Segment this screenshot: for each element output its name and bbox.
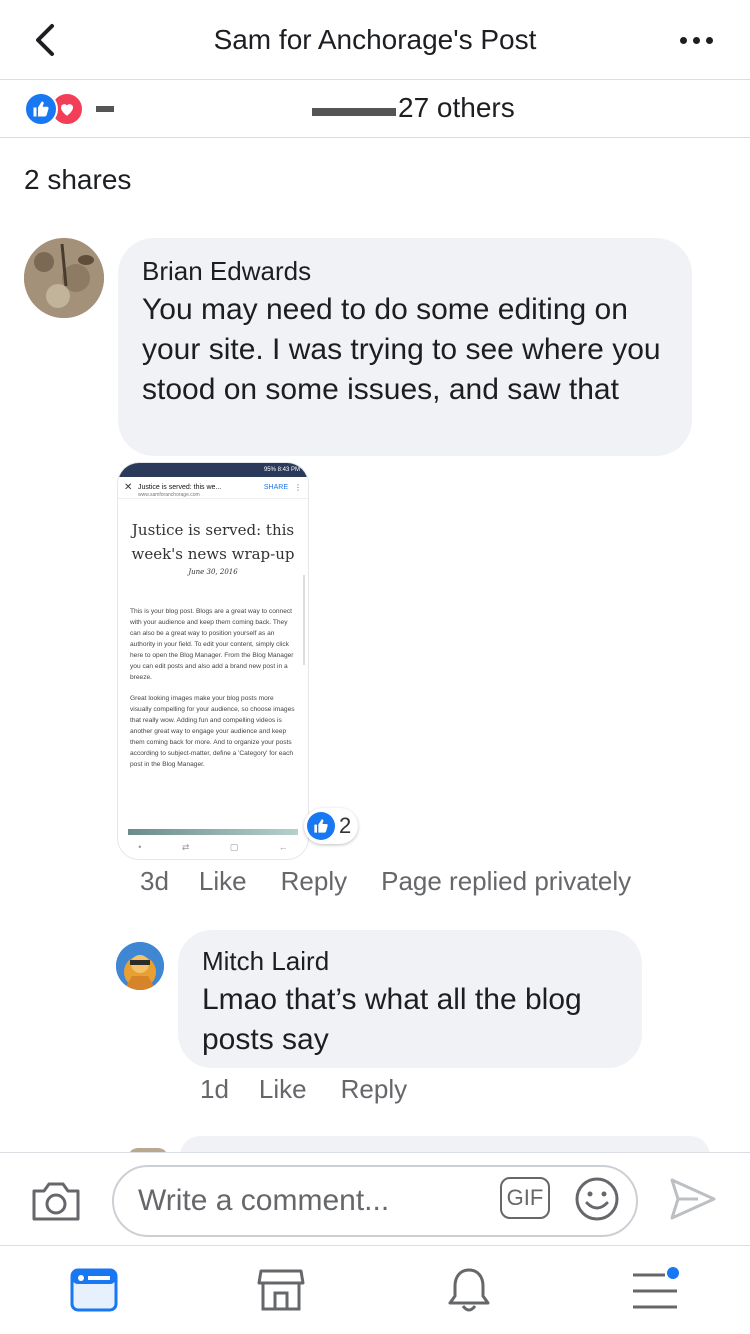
comment-author[interactable]: Mitch Laird [202, 946, 618, 976]
attachment-paragraph: Great looking images make your blog post… [130, 695, 295, 768]
comment-bubble[interactable]: Mitch Laird Lmao that’s what all the blo… [178, 930, 642, 1068]
comment-text: You may need to do some editing on your … [142, 293, 661, 406]
more-dots-icon [680, 36, 687, 44]
comment-actions: 3d Like Reply Page replied privately [140, 866, 631, 897]
recent-apps-icon: ⇄ [181, 841, 190, 852]
comment-author[interactable]: Brian Edwards [142, 256, 668, 286]
camera-button[interactable] [30, 1179, 82, 1223]
avatar[interactable] [24, 238, 104, 318]
like-button[interactable]: Like [199, 866, 247, 897]
comment-bubble[interactable]: Brian Edwards You may need to do some ed… [118, 238, 692, 456]
news-feed-icon [70, 1268, 118, 1312]
comment-input-placeholder: Write a comment... [138, 1184, 390, 1217]
shares-count[interactable]: 2 shares [24, 164, 131, 196]
attachment-status-bar: 95% 8:43 PM [118, 463, 308, 477]
reaction-count: 2 [339, 813, 352, 838]
bottom-tab-bar [0, 1246, 750, 1334]
send-button[interactable] [668, 1176, 718, 1222]
notifications-bell-icon [448, 1268, 490, 1312]
home-icon: ▢ [229, 841, 239, 852]
camera-icon [32, 1182, 80, 1221]
comment-time: 3d [140, 866, 169, 896]
attachment-date: June 30, 2016 [188, 568, 238, 576]
comment-reaction-badge[interactable]: 2 [304, 808, 358, 844]
comment-text: Lmao that’s what all the blog posts say [202, 983, 582, 1056]
attachment-paragraph: This is your blog post. Blogs are a grea… [130, 608, 294, 681]
reply-button[interactable]: Reply [281, 866, 347, 897]
back-button[interactable] [28, 22, 64, 58]
attachment-share-label: SHARE [263, 484, 288, 491]
attachment-bar-title: Justice is served: this we... [138, 484, 222, 491]
dot-icon: • [138, 842, 142, 852]
comment-attachment-image[interactable]: 95% 8:43 PM ✕ Justice is served: this we… [117, 462, 309, 860]
more-options-button[interactable] [680, 30, 720, 50]
avatar[interactable] [116, 942, 164, 990]
comment-composer: Write a comment... [0, 1152, 750, 1246]
back-arrow-icon: ← [278, 842, 288, 852]
attachment-nav-bar: • ⇄ ▢ ← [118, 835, 308, 859]
like-reaction-icon [24, 91, 58, 126]
redacted-names [96, 98, 396, 120]
smiley-icon [575, 1177, 619, 1221]
comment-time: 1d [200, 1074, 229, 1104]
page-title: Sam for Anchorage's Post [213, 23, 537, 55]
marketplace-icon [257, 1269, 305, 1311]
reply-button[interactable]: Reply [341, 1074, 407, 1105]
tab-news-feed[interactable] [64, 1260, 124, 1320]
attachment-url: www.samforanchorage.com [138, 492, 200, 498]
menu-icon [633, 1267, 680, 1309]
chevron-left-icon [36, 24, 54, 56]
avatar-photo [24, 238, 104, 318]
avatar-photo [116, 942, 164, 990]
attachment-scrollbar [303, 575, 305, 665]
tab-menu[interactable] [626, 1260, 686, 1320]
comment-actions: 1d Like Reply [200, 1074, 441, 1105]
send-icon [670, 1178, 716, 1220]
close-icon: ✕ [124, 482, 133, 493]
attachment-heading: Justice is served: this week's news wrap… [131, 521, 295, 563]
gif-button[interactable]: GIF [500, 1177, 550, 1219]
like-button[interactable]: Like [259, 1074, 307, 1105]
page-replied-note: Page replied privately [381, 866, 632, 896]
like-reaction-icon [307, 812, 335, 840]
tab-notifications[interactable] [439, 1260, 499, 1320]
reactions-others-text[interactable]: 27 others [398, 92, 515, 124]
comment-input[interactable]: Write a comment... [112, 1165, 638, 1237]
emoji-button[interactable] [574, 1176, 620, 1222]
tab-marketplace[interactable] [251, 1260, 311, 1320]
header-bar: Sam for Anchorage's Post [0, 0, 750, 80]
more-dots-icon: ⋮ [294, 483, 302, 492]
